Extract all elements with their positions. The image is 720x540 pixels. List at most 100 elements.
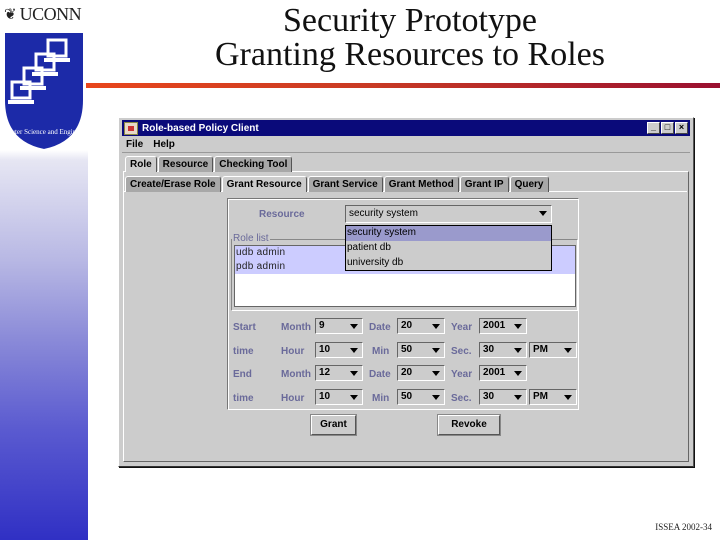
end-sec-combo[interactable]: 30 — [479, 389, 527, 405]
end-year-label: Year — [451, 369, 473, 380]
tab-checking-tool[interactable]: Checking Tool — [214, 156, 293, 172]
end-date-combo[interactable]: 20 — [397, 365, 445, 381]
start-hour-value: 10 — [319, 344, 331, 355]
start-month-combo[interactable]: 9 — [315, 318, 363, 334]
start-year-combo[interactable]: 2001 — [479, 318, 527, 334]
window-titlebar[interactable]: Role-based Policy Client _ □ × — [122, 120, 690, 136]
end-ampm-value: PM — [533, 391, 548, 402]
start-date-value: 20 — [401, 320, 413, 331]
start-sec-combo[interactable]: 30 — [479, 342, 527, 358]
sidebar-gradient: ❦ UCONN Computer Science and Engineering — [0, 0, 88, 540]
tab-resource[interactable]: Resource — [157, 156, 214, 172]
tab-create-erase-role[interactable]: Create/Erase Role — [125, 176, 221, 192]
dropdown-arrow-icon — [539, 211, 547, 216]
end-year-combo[interactable]: 2001 — [479, 365, 527, 381]
start-label: Start — [233, 322, 256, 333]
close-button[interactable]: × — [675, 122, 688, 134]
policy-client-window: Role-based Policy Client _ □ × File Help… — [118, 117, 694, 467]
sub-tabs: Create/Erase Role Grant Resource Grant S… — [125, 176, 550, 192]
end-min-combo[interactable]: 50 — [397, 389, 445, 405]
end-date-label: Date — [369, 369, 391, 380]
resource-option[interactable]: university db — [346, 256, 551, 271]
dropdown-arrow-icon — [432, 371, 440, 376]
end-month-label: Month — [281, 369, 311, 380]
end-year-value: 2001 — [483, 367, 506, 378]
start-min-combo[interactable]: 50 — [397, 342, 445, 358]
start-min-label: Min — [372, 346, 390, 357]
start-sec-label: Sec. — [451, 346, 472, 357]
menu-file[interactable]: File — [126, 139, 143, 150]
shield-caption: Computer Science and Engineering — [2, 128, 86, 136]
tab-query[interactable]: Query — [509, 176, 549, 192]
end-min-value: 50 — [401, 391, 413, 402]
end-hour-combo[interactable]: 10 — [315, 389, 363, 405]
dropdown-arrow-icon — [350, 371, 358, 376]
revoke-button[interactable]: Revoke — [438, 415, 500, 435]
start-min-value: 50 — [401, 344, 413, 355]
dropdown-arrow-icon — [514, 348, 522, 353]
dropdown-arrow-icon — [432, 324, 440, 329]
title-divider — [86, 83, 720, 88]
tab-role[interactable]: Role — [125, 156, 157, 172]
slide-title-line1: Security Prototype — [282, 2, 538, 39]
resource-option[interactable]: security system — [346, 226, 551, 241]
java-app-icon — [124, 121, 138, 135]
slide-title-line2: Granting Resources to Roles — [215, 36, 605, 73]
role-list-title: Role list — [232, 233, 270, 244]
resource-combo-value: security system — [349, 208, 418, 219]
slide-title: Security Prototype Granting Resources to… — [150, 4, 670, 72]
uconn-logo-text: UCONN — [19, 4, 82, 24]
resource-label: Resource — [259, 209, 305, 220]
resource-dropdown-list: security system patient db university db — [345, 225, 552, 271]
start-hour-combo[interactable]: 10 — [315, 342, 363, 358]
start-month-value: 9 — [319, 320, 325, 331]
start-ampm-value: PM — [533, 344, 548, 355]
uconn-logo: ❦ UCONN — [4, 4, 82, 25]
maximize-button[interactable]: □ — [661, 122, 674, 134]
start-hour-label: Hour — [281, 346, 305, 357]
menu-help[interactable]: Help — [153, 139, 175, 150]
dropdown-arrow-icon — [350, 348, 358, 353]
start-sec-value: 30 — [483, 344, 495, 355]
start-time-label: time — [233, 346, 254, 357]
cse-shield-icon: Computer Science and Engineering — [2, 31, 86, 152]
dropdown-arrow-icon — [564, 395, 572, 400]
end-hour-value: 10 — [319, 391, 331, 402]
end-label: End — [233, 369, 252, 380]
dropdown-arrow-icon — [564, 348, 572, 353]
end-min-label: Min — [372, 393, 390, 404]
end-month-value: 12 — [319, 367, 331, 378]
start-year-label: Year — [451, 322, 473, 333]
dropdown-arrow-icon — [432, 348, 440, 353]
end-sec-value: 30 — [483, 391, 495, 402]
dropdown-arrow-icon — [432, 395, 440, 400]
start-date-combo[interactable]: 20 — [397, 318, 445, 334]
start-date-label: Date — [369, 322, 391, 333]
end-hour-label: Hour — [281, 393, 305, 404]
start-year-value: 2001 — [483, 320, 506, 331]
grant-button[interactable]: Grant — [311, 415, 356, 435]
tab-grant-method[interactable]: Grant Method — [383, 176, 459, 192]
minimize-button[interactable]: _ — [647, 122, 660, 134]
start-ampm-combo[interactable]: PM — [529, 342, 577, 358]
main-tabs: Role Resource Checking Tool — [125, 156, 293, 172]
end-ampm-combo[interactable]: PM — [529, 389, 577, 405]
resource-combo[interactable]: security system — [345, 205, 552, 223]
oak-leaf-icon: ❦ — [4, 5, 17, 23]
end-time-label: time — [233, 393, 254, 404]
end-sec-label: Sec. — [451, 393, 472, 404]
tab-grant-service[interactable]: Grant Service — [307, 176, 383, 192]
slide-footer: ISSEA 2002-34 — [655, 522, 712, 532]
resource-option[interactable]: patient db — [346, 241, 551, 256]
end-date-value: 20 — [401, 367, 413, 378]
tab-grant-ip[interactable]: Grant IP — [459, 176, 509, 192]
tab-grant-resource[interactable]: Grant Resource — [221, 176, 307, 192]
start-month-label: Month — [281, 322, 311, 333]
dropdown-arrow-icon — [514, 324, 522, 329]
dropdown-arrow-icon — [514, 371, 522, 376]
dropdown-arrow-icon — [350, 324, 358, 329]
menu-bar: File Help — [122, 137, 690, 153]
end-month-combo[interactable]: 12 — [315, 365, 363, 381]
dropdown-arrow-icon — [514, 395, 522, 400]
dropdown-arrow-icon — [350, 395, 358, 400]
